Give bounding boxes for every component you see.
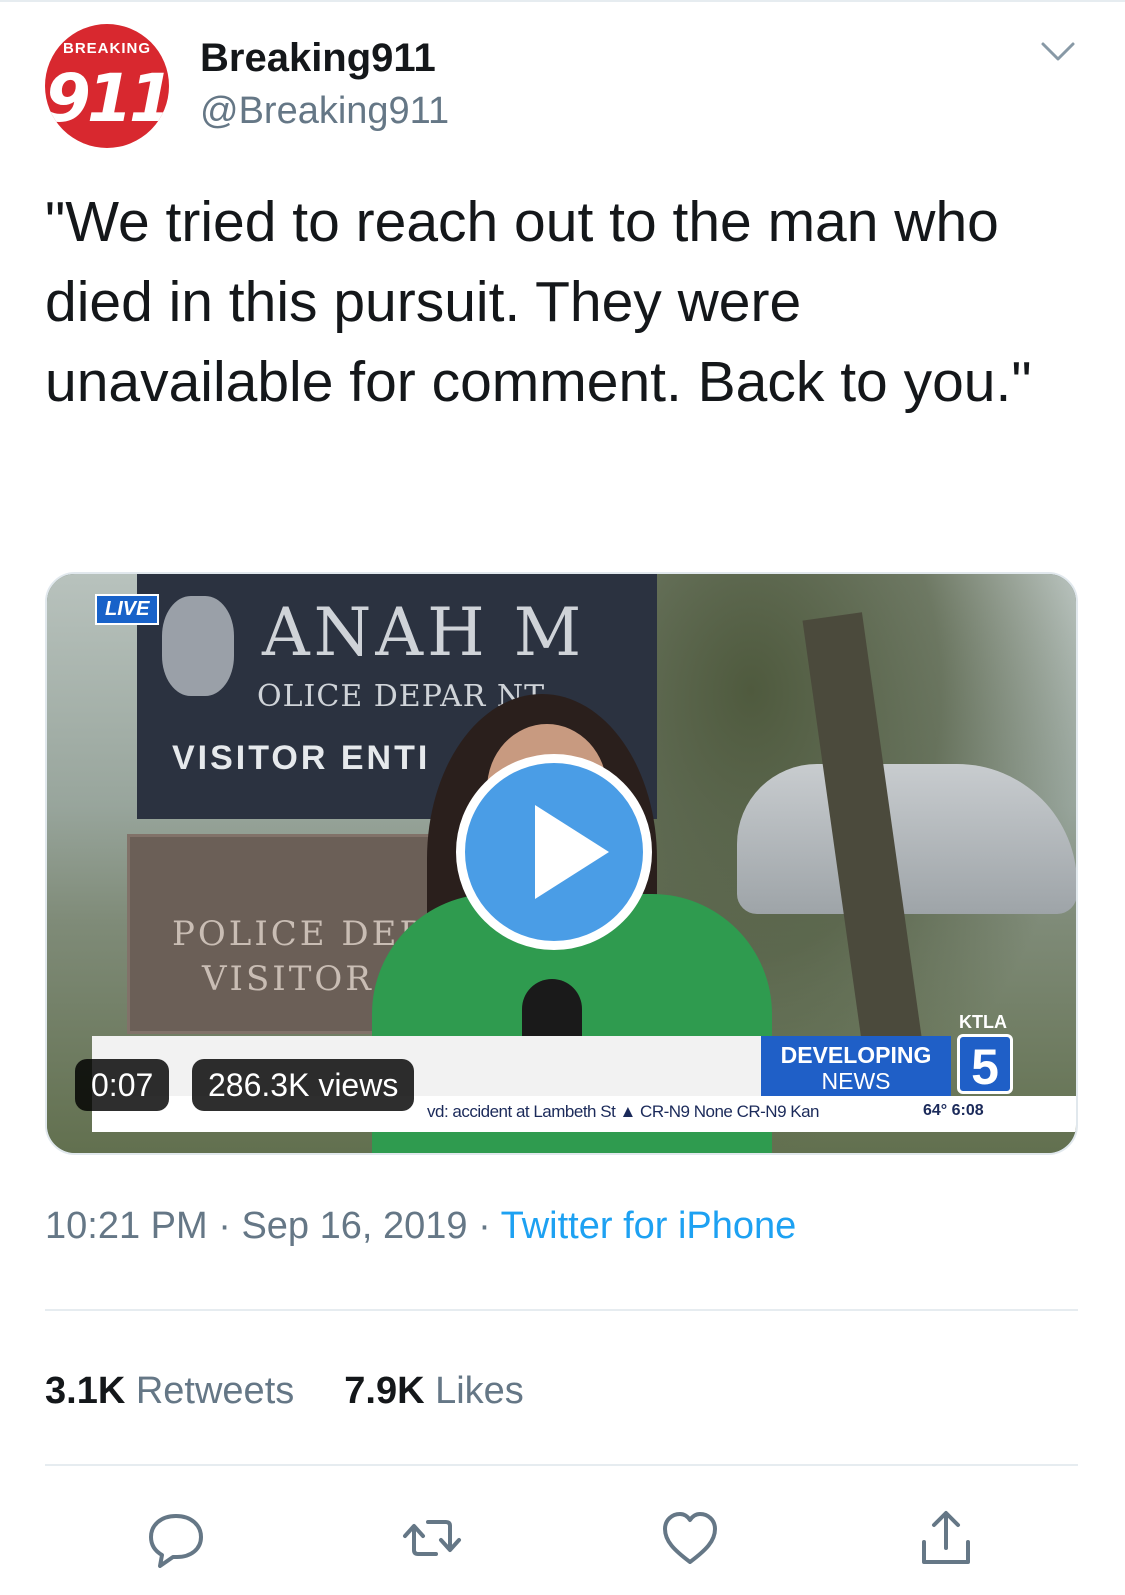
retweets-stat[interactable]: 3.1K Retweets <box>45 1370 294 1413</box>
station-word: KTLA <box>959 1012 1007 1032</box>
avatar-number: 911 <box>45 60 169 137</box>
likes-count: 7.9K <box>344 1370 425 1412</box>
video-duration: 0:07 <box>75 1059 170 1111</box>
tweet-time: 10:21 PM <box>45 1205 208 1247</box>
sign-text-lower-1: POLICE DEP <box>172 914 426 954</box>
divider <box>45 1309 1078 1311</box>
tweet-meta: 10:21 PM · Sep 16, 2019 · Twitter for iP… <box>45 1205 796 1248</box>
sign-text-visitor: VISITOR ENTI <box>172 739 431 777</box>
tweet-source[interactable]: Twitter for iPhone <box>501 1205 797 1247</box>
retweets-label: Retweets <box>135 1370 295 1412</box>
play-icon <box>535 805 609 899</box>
reply-icon[interactable] <box>146 1508 206 1568</box>
likes-stat[interactable]: 7.9K Likes <box>344 1370 524 1413</box>
meta-separator: · <box>467 1205 501 1247</box>
ticker-temp-time: 64° 6:08 <box>923 1102 984 1119</box>
video-player[interactable]: ANAH M OLICE DEPAR NT VISITOR ENTI POLIC… <box>45 572 1078 1155</box>
live-tag: LIVE <box>95 594 160 625</box>
tweet-stats: 3.1K Retweets 7.9K Likes <box>45 1370 524 1413</box>
avatar-top-text: BREAKING <box>62 40 151 57</box>
news-label: NEWS <box>821 1068 891 1094</box>
divider <box>45 1464 1078 1466</box>
chevron-down-icon[interactable] <box>1040 38 1076 66</box>
ticker-text: vd: accident at Lambeth St ▲ CR-N9 None … <box>427 1102 820 1121</box>
avatar[interactable]: BREAKING 911 <box>45 24 169 148</box>
video-car <box>737 764 1076 914</box>
retweet-icon[interactable] <box>402 1508 462 1568</box>
tweet-text: "We tried to reach out to the man who di… <box>45 190 1032 414</box>
station-logo: 5 <box>957 1034 1013 1095</box>
user-handle[interactable]: @Breaking911 <box>200 90 449 133</box>
sign-text-lower-2: VISITOR <box>202 959 374 999</box>
video-views: 286.3K views <box>192 1059 415 1111</box>
meta-separator: · <box>207 1205 242 1247</box>
police-badge-icon <box>162 596 234 696</box>
retweets-count: 3.1K <box>45 1370 126 1412</box>
developing-label: DEVELOPING <box>780 1042 932 1068</box>
sign-text-top: ANAH M <box>262 594 586 671</box>
share-icon[interactable] <box>916 1508 976 1568</box>
display-name[interactable]: Breaking911 <box>200 36 436 81</box>
tweet-date[interactable]: Sep 16, 2019 <box>241 1205 467 1247</box>
likes-label: Likes <box>435 1370 524 1412</box>
tweet-detail: BREAKING 911 Breaking911 @Breaking911 "W… <box>0 0 1125 1595</box>
play-button[interactable] <box>456 754 652 950</box>
like-icon[interactable] <box>660 1508 720 1568</box>
